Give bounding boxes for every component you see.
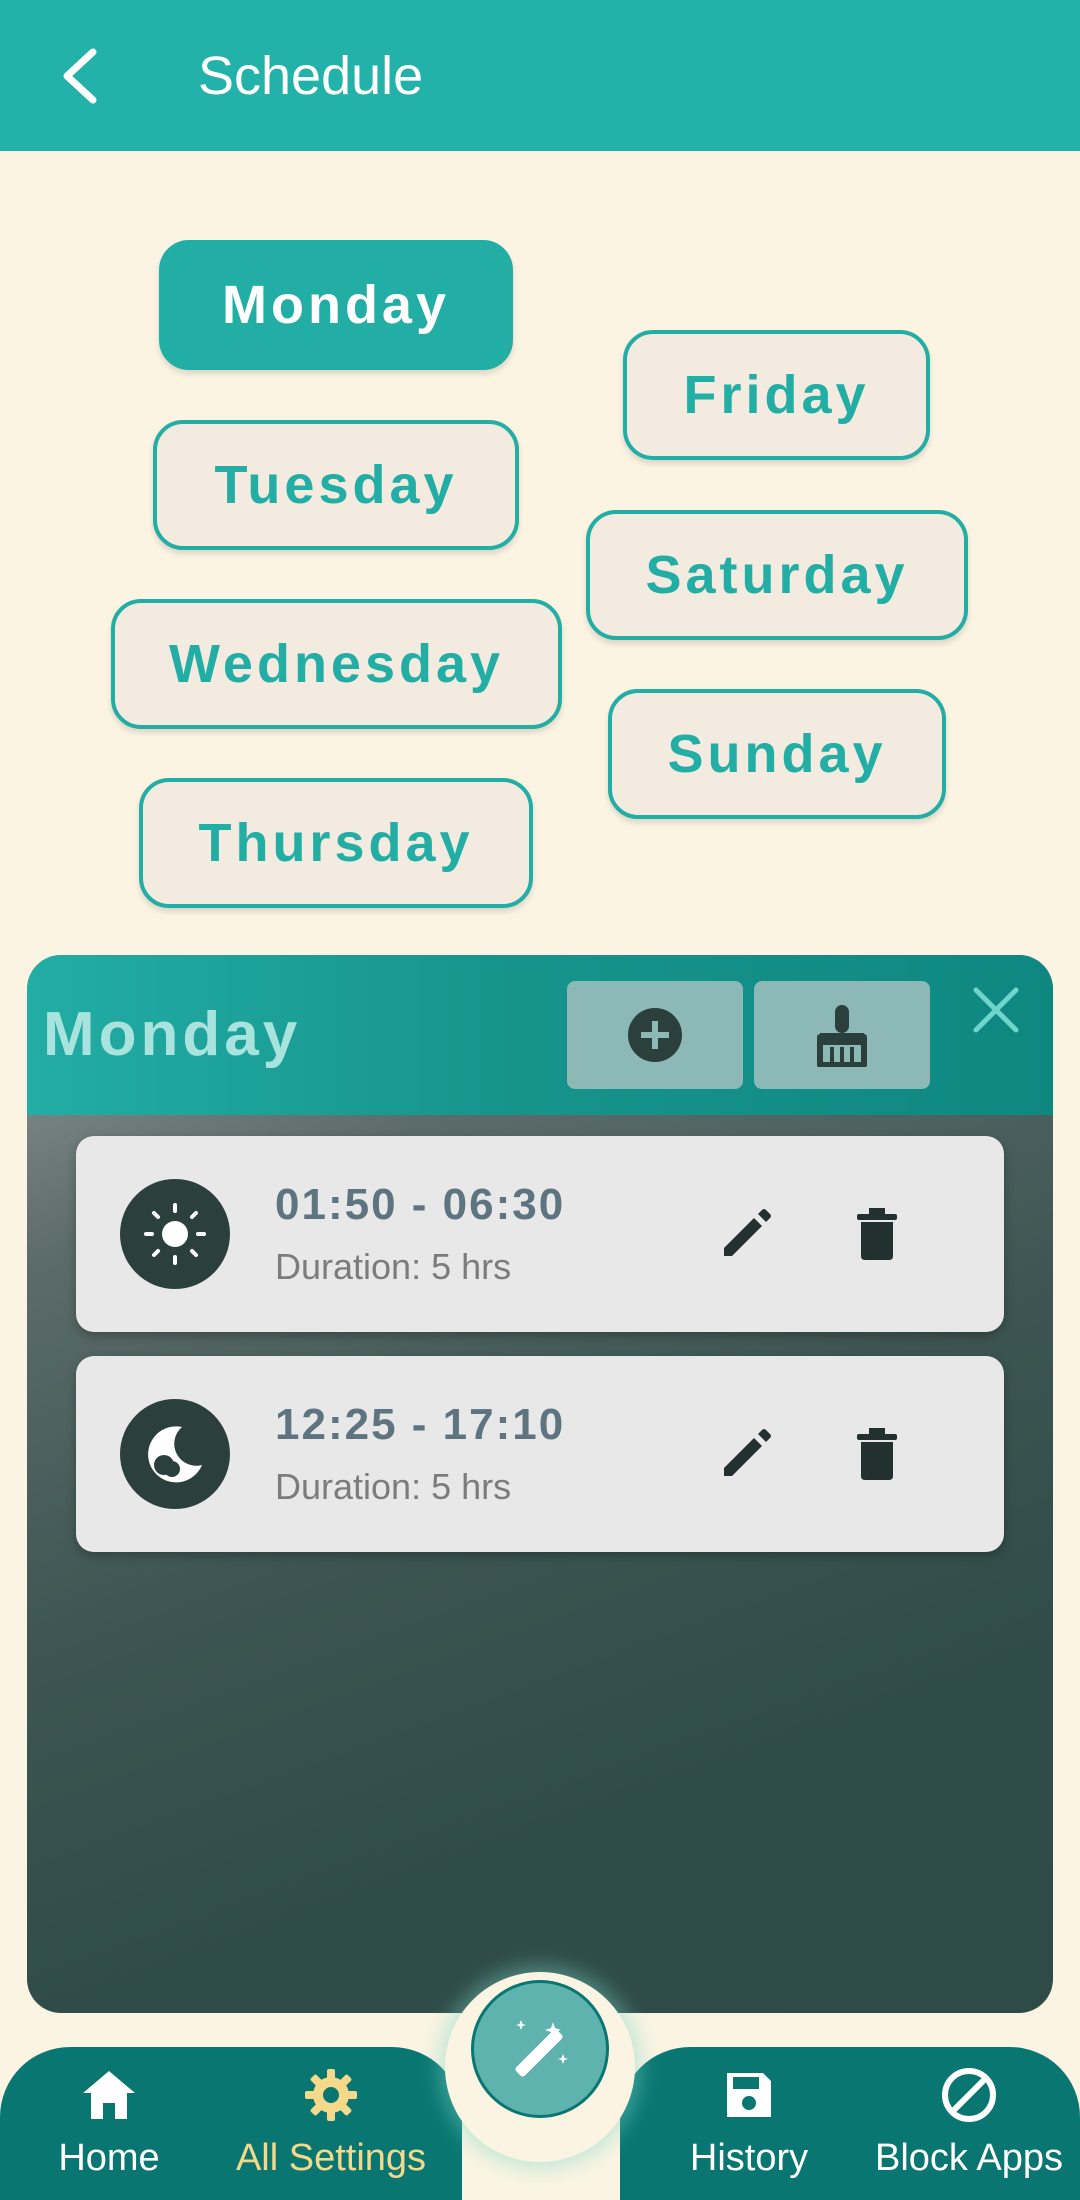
magic-wand-icon <box>515 2020 568 2077</box>
broom-icon <box>817 1005 867 1067</box>
day-chip-sunday[interactable]: Sunday <box>608 689 946 819</box>
pencil-icon <box>724 1209 771 1256</box>
entry-duration: Duration: 5 hrs <box>275 1466 512 1507</box>
nav-label-block-apps: Block Apps <box>875 2137 1063 2179</box>
schedule-panel: Monday 01:50 - 06:30 Duration: 5 hrs 12:… <box>27 955 1053 2013</box>
edit-entry-button[interactable] <box>706 1414 786 1494</box>
schedule-entry[interactable]: 01:50 - 06:30 Duration: 5 hrs <box>76 1136 1004 1332</box>
pencil-icon <box>724 1429 771 1476</box>
entry-duration: Duration: 5 hrs <box>275 1246 512 1287</box>
delete-entry-button[interactable] <box>837 1194 917 1274</box>
clear-schedule-button[interactable] <box>754 981 930 1089</box>
bottom-navigation: Home All Settings History Block Apps <box>0 1972 1080 2200</box>
page-title: Schedule <box>198 46 424 106</box>
day-chip-thursday[interactable]: Thursday <box>139 778 533 908</box>
day-chip-friday[interactable]: Friday <box>623 330 930 460</box>
close-panel-button[interactable] <box>961 975 1031 1045</box>
sun-icon <box>120 1179 230 1289</box>
back-button[interactable] <box>40 36 120 116</box>
close-icon <box>973 987 1019 1033</box>
nav-label-history: History <box>689 2137 809 2179</box>
trash-icon <box>857 1208 897 1260</box>
nav-home[interactable]: Home <box>9 2061 209 2191</box>
moon-icon <box>120 1399 230 1509</box>
nav-label-home: Home <box>58 2137 160 2179</box>
day-chip-saturday[interactable]: Saturday <box>586 510 968 640</box>
nav-history[interactable]: History <box>649 2061 849 2191</box>
day-chip-tuesday[interactable]: Tuesday <box>153 420 519 550</box>
day-chip-wednesday[interactable]: Wednesday <box>111 599 562 729</box>
trash-icon <box>857 1428 897 1480</box>
app-bar: Schedule <box>0 0 1080 151</box>
add-circle-icon <box>628 1008 682 1062</box>
day-chip-monday[interactable]: Monday <box>159 240 513 370</box>
block-icon <box>940 2061 998 2129</box>
schedule-entry[interactable]: 12:25 - 17:10 Duration: 5 hrs <box>76 1356 1004 1552</box>
home-icon <box>81 2061 137 2129</box>
gear-icon <box>303 2061 359 2129</box>
magic-action-button[interactable] <box>471 1980 609 2118</box>
nav-block-apps[interactable]: Block Apps <box>869 2061 1069 2191</box>
edit-entry-button[interactable] <box>706 1194 786 1274</box>
nav-label-all-settings: All Settings <box>235 2137 427 2179</box>
save-icon <box>723 2061 775 2129</box>
panel-title: Monday <box>43 1000 302 1069</box>
delete-entry-button[interactable] <box>837 1414 917 1494</box>
add-schedule-button[interactable] <box>567 981 743 1089</box>
chevron-left-icon <box>63 48 97 104</box>
panel-header: Monday <box>27 955 1053 1115</box>
entry-time-range: 12:25 - 17:10 <box>275 1400 566 1449</box>
entry-time-range: 01:50 - 06:30 <box>275 1180 566 1229</box>
nav-all-settings[interactable]: All Settings <box>231 2061 431 2191</box>
